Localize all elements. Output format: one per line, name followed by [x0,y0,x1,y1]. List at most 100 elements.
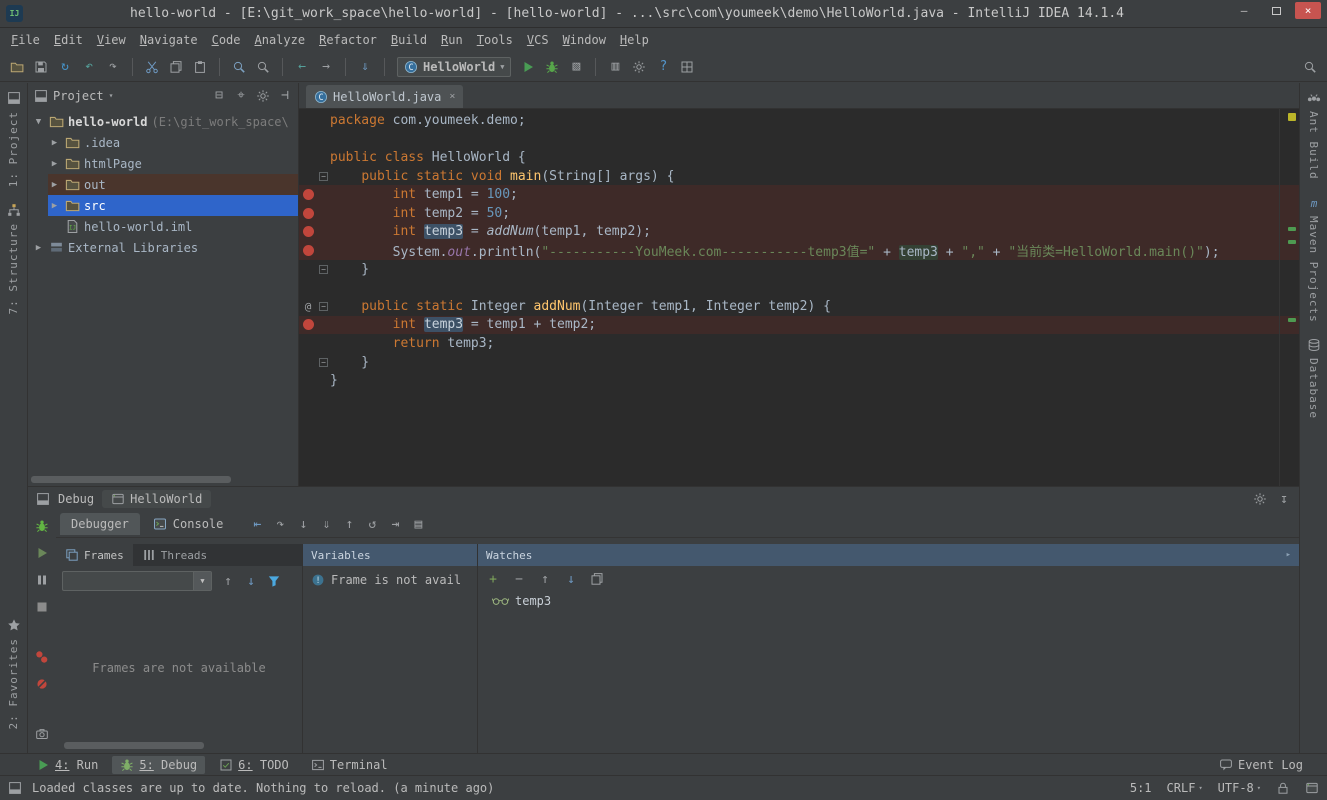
run-button-icon[interactable] [521,60,535,74]
breakpoint-dot[interactable] [303,226,314,237]
forward-icon[interactable]: → [319,60,333,74]
readonly-lock-icon[interactable] [1276,781,1290,795]
hide-panel-icon[interactable]: ⊣ [278,89,292,103]
menu-view[interactable]: View [90,31,133,49]
menu-help[interactable]: Help [613,31,656,49]
mute-breakpoints-icon[interactable] [35,677,49,691]
force-step-into-icon[interactable]: ⇓ [319,517,333,531]
menu-code[interactable]: Code [205,31,248,49]
redo-icon[interactable]: ↷ [106,60,120,74]
project-tree[interactable]: ▼hello-world (E:\git_work_space\▶.idea▶h… [28,108,298,486]
titlebar[interactable]: IJ hello-world - [E:\git_work_space\hell… [0,0,1327,28]
variables-header[interactable]: Variables [303,544,477,566]
undo-icon[interactable]: ↶ [82,60,96,74]
minimize-button[interactable]: — [1231,2,1257,19]
breakpoint-gutter[interactable] [299,208,317,219]
find-icon[interactable] [232,60,246,74]
fold-marker-icon[interactable]: − [319,358,328,367]
tree-item-external-libraries[interactable]: ▶External Libraries [28,237,298,258]
menu-run[interactable]: Run [434,31,470,49]
synchronize-icon[interactable]: ↻ [58,60,72,74]
breakpoint-dot[interactable] [303,245,314,256]
tool-button-terminal[interactable]: Terminal [303,756,396,774]
menu-window[interactable]: Window [556,31,613,49]
ide-settings-icon[interactable] [632,60,646,74]
tool-button-maven-projects[interactable]: mMaven Projects [1307,196,1321,323]
pause-icon[interactable] [35,573,49,587]
settings-gear-icon[interactable] [256,89,270,103]
settings-gear-icon[interactable] [1253,492,1267,506]
paste-icon[interactable] [193,60,207,74]
tree-item-idea[interactable]: ▶.idea [28,132,298,153]
edit-configurations-icon[interactable]: ▥ [608,60,622,74]
debug-button-icon[interactable] [545,60,559,74]
save-all-icon[interactable] [34,60,48,74]
fold-marker-icon[interactable]: − [319,265,328,274]
horizontal-scrollbar[interactable] [64,742,204,749]
highlighting-level-icon[interactable] [1305,781,1319,795]
tree-toggle-arrow[interactable]: ▶ [32,243,45,253]
remove-watch-icon[interactable]: − [512,572,526,586]
close-button[interactable]: × [1295,2,1321,19]
tool-button-database[interactable]: Database [1307,338,1321,419]
search-everywhere-icon[interactable] [1303,60,1317,74]
frame-down-icon[interactable]: ↓ [244,574,258,588]
menu-navigate[interactable]: Navigate [133,31,205,49]
thread-dump-icon[interactable] [35,727,49,741]
fold-marker-icon[interactable]: − [319,172,328,181]
chevron-down-icon[interactable]: ▼ [193,572,211,590]
collapse-all-icon[interactable]: ⊟ [212,89,226,103]
menu-analyze[interactable]: Analyze [248,31,313,49]
project-structure-icon[interactable] [680,60,694,74]
chevron-down-icon[interactable]: ▾ [109,91,114,100]
breakpoint-gutter[interactable] [299,189,317,200]
tree-item-out[interactable]: ▶out [28,174,298,195]
scroll-from-source-icon[interactable]: ⌖ [234,89,248,103]
caret-position-widget[interactable]: 5:1 [1130,781,1152,795]
view-breakpoints-icon[interactable] [35,650,49,664]
tree-toggle-arrow[interactable]: ▶ [48,138,61,148]
tree-item-htmlpage[interactable]: ▶htmlPage [28,153,298,174]
fold-gutter[interactable]: − [317,302,330,311]
line-separator-widget[interactable]: CRLF▾ [1167,781,1203,795]
debug-tab-debugger[interactable]: Debugger [60,513,140,535]
copy-icon[interactable] [169,60,183,74]
menu-refactor[interactable]: Refactor [312,31,384,49]
open-folder-icon[interactable] [10,60,24,74]
tool-button-6-todo[interactable]: 6: TODO [211,756,297,774]
breakpoint-dot[interactable] [303,189,314,200]
tool-button-ant-build[interactable]: Ant Build [1307,91,1321,180]
menu-build[interactable]: Build [384,31,434,49]
tree-item-hello-world[interactable]: ▼hello-world (E:\git_work_space\ [28,111,298,132]
code-editor[interactable]: package com.youmeek.demo;public class He… [299,109,1299,486]
replace-icon[interactable] [256,60,270,74]
make-project-icon[interactable]: ⇓ [358,60,372,74]
breakpoint-gutter[interactable] [299,245,317,256]
filter-frames-icon[interactable] [267,574,281,588]
panel-options-icon[interactable]: ▸ [1286,550,1291,560]
maximize-button[interactable] [1263,2,1289,19]
encoding-widget[interactable]: UTF-8▾ [1218,781,1261,795]
tool-window-switcher-icon[interactable] [8,781,22,795]
editor-tab-helloworld-java[interactable]: C HelloWorld.java × [306,85,463,108]
cut-icon[interactable] [145,60,159,74]
thread-selector-combobox[interactable]: ▼ [62,571,212,591]
breakpoint-dot[interactable] [303,319,314,330]
tree-toggle-arrow[interactable]: ▼ [32,117,45,127]
evaluate-expression-icon[interactable]: ▤ [411,517,425,531]
step-into-icon[interactable]: ↓ [296,517,310,531]
add-watch-icon[interactable]: + [486,572,500,586]
duplicate-watch-icon[interactable] [590,572,604,586]
rerun-icon[interactable] [35,519,49,533]
fold-marker-icon[interactable]: − [319,302,328,311]
resume-icon[interactable] [35,546,49,560]
tool-button-project[interactable]: 1: Project [7,91,21,187]
tool-button-5-debug[interactable]: 5: Debug [112,756,205,774]
fold-gutter[interactable]: − [317,172,330,181]
tree-item-src[interactable]: ▶src [28,195,298,216]
stop-icon[interactable] [35,600,49,614]
menu-edit[interactable]: Edit [47,31,90,49]
move-watch-down-icon[interactable]: ↓ [564,572,578,586]
help-icon[interactable]: ? [656,60,670,74]
debug-tab-threads[interactable]: Threads [133,544,216,566]
